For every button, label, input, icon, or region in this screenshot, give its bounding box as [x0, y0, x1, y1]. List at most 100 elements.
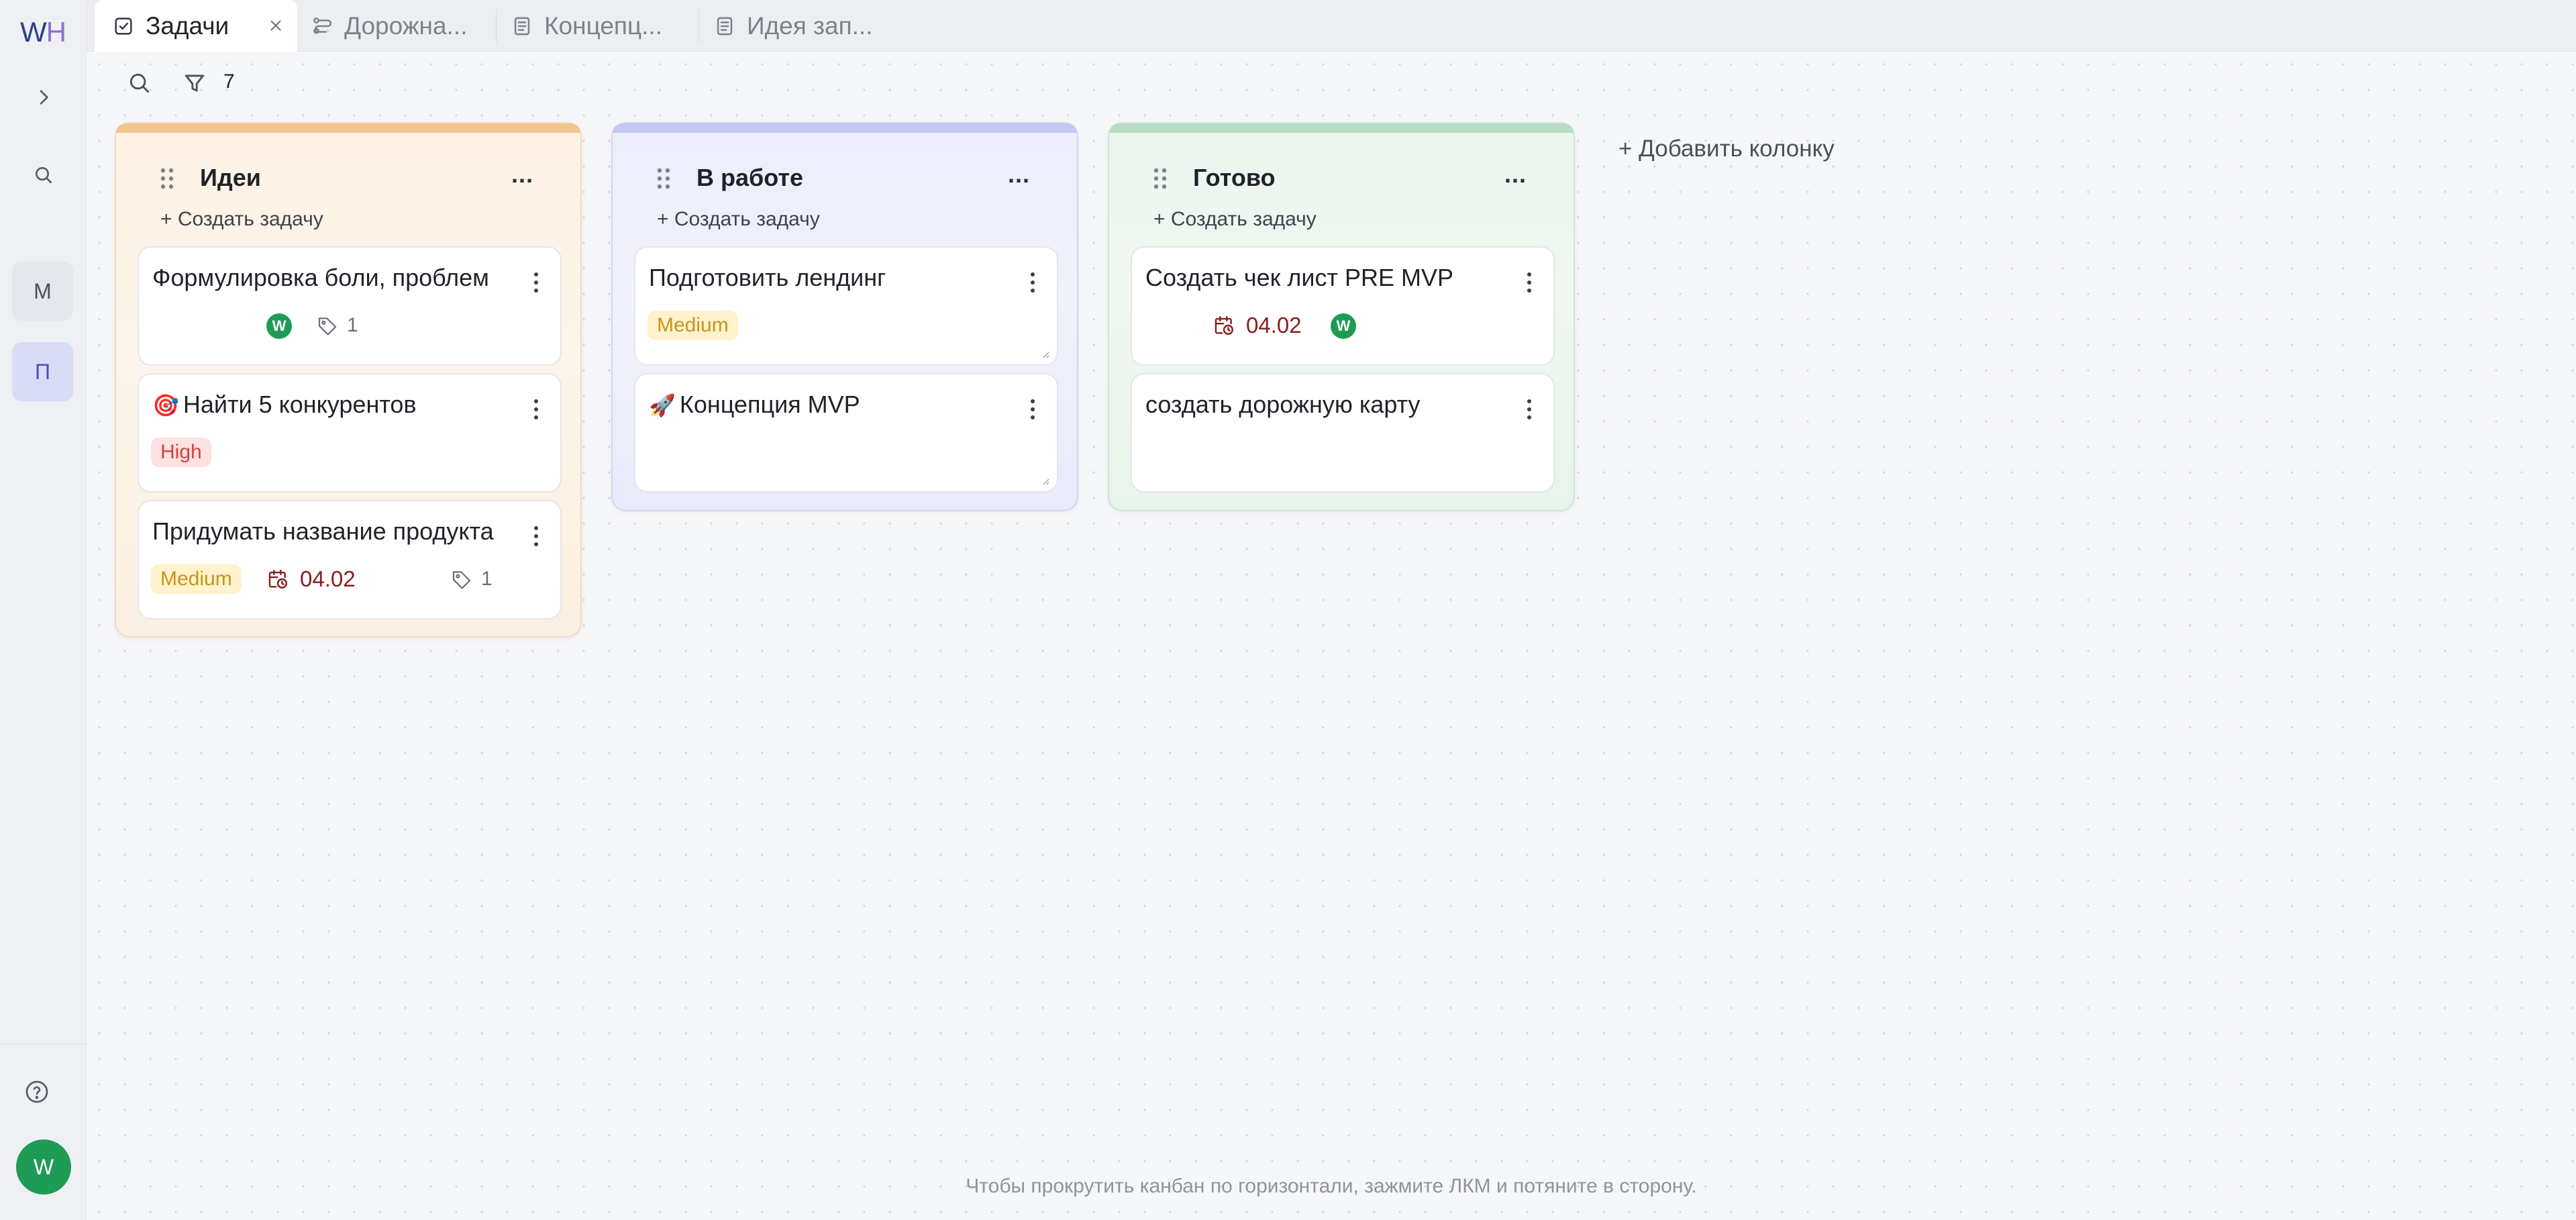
- column-menu-button[interactable]: ...: [511, 160, 533, 189]
- expand-sidebar-button[interactable]: [27, 81, 60, 114]
- tab-tasks[interactable]: Задачи: [95, 0, 297, 52]
- column-color-bar: [1109, 123, 1574, 133]
- column-ideas: Идеи ... + Создать задачу Формулировка б…: [115, 122, 582, 638]
- resize-handle-icon[interactable]: [1039, 475, 1050, 486]
- help-button[interactable]: [20, 1075, 54, 1109]
- tab-roadmap[interactable]: Дорожна...: [304, 0, 499, 52]
- add-column-button[interactable]: + Добавить колонку: [1618, 136, 1835, 162]
- workspace-m-button[interactable]: М: [12, 262, 73, 321]
- tab-concept[interactable]: Концепц...: [504, 0, 699, 52]
- sidebar: WH М П W: [0, 0, 87, 1220]
- help-icon: [25, 1080, 48, 1103]
- task-icon: [112, 15, 135, 38]
- resize-handle-icon[interactable]: [1039, 348, 1050, 359]
- logo-letter-h: H: [46, 16, 66, 48]
- tags-count: 1: [450, 564, 493, 594]
- target-icon: 🎯: [152, 393, 179, 417]
- task-card[interactable]: 🚀 Концепция MVP: [634, 373, 1058, 493]
- due-date: 04.02: [266, 564, 356, 594]
- card-title-text: Концепция MVP: [679, 391, 860, 418]
- more-vertical-icon: [534, 526, 538, 546]
- card-menu-button[interactable]: [529, 524, 543, 548]
- tab-bar: Задачи Дорожна... Концепц... Идея зап...: [87, 0, 2576, 52]
- card-menu-button[interactable]: [529, 270, 543, 295]
- board-search-button[interactable]: [123, 66, 156, 100]
- column-title[interactable]: Идеи: [200, 164, 261, 192]
- task-card[interactable]: 🎯 Найти 5 конкурентов High: [138, 373, 562, 493]
- due-date: 04.02: [1213, 311, 1302, 340]
- assignee-avatar: W: [266, 313, 292, 339]
- tab-label: Идея зап...: [747, 11, 873, 40]
- task-card[interactable]: Придумать название продукта Medium 04.02…: [138, 500, 562, 619]
- card-title: Создать чек лист PRE MVP: [1145, 264, 1453, 291]
- create-task-button[interactable]: + Создать задачу: [657, 208, 820, 231]
- tags-count-value: 1: [481, 568, 493, 590]
- card-title: Придумать название продукта: [152, 517, 494, 545]
- more-vertical-icon: [1031, 272, 1035, 293]
- tags-count-value: 1: [347, 314, 358, 336]
- column-title[interactable]: В работе: [697, 164, 803, 192]
- tab-label: Задачи: [146, 11, 229, 40]
- task-card[interactable]: Создать чек лист PRE MVP 04.02 W: [1131, 246, 1555, 366]
- scroll-hint: Чтобы прокрутить канбан по горизонтали, …: [966, 1175, 1697, 1197]
- column-color-bar: [116, 123, 580, 133]
- tab-idea[interactable]: Идея зап...: [707, 0, 901, 52]
- calendar-clock-icon: [268, 570, 287, 589]
- task-card[interactable]: Формулировка боли, проблем W 1: [138, 246, 562, 366]
- card-menu-button[interactable]: [1523, 397, 1536, 421]
- card-title-text: Найти 5 конкурентов: [183, 391, 417, 418]
- column-title[interactable]: Готово: [1193, 164, 1276, 192]
- assignee-avatar: W: [1331, 313, 1356, 339]
- card-menu-button[interactable]: [1523, 270, 1536, 295]
- column-in-progress: В работе ... + Создать задачу Подготовит…: [611, 122, 1078, 511]
- app-logo[interactable]: WH: [20, 16, 66, 48]
- column-menu-button[interactable]: ...: [1504, 160, 1527, 189]
- filter-count: 7: [223, 70, 235, 93]
- priority-badge: Medium: [648, 311, 738, 340]
- card-title: 🎯 Найти 5 конкурентов: [152, 391, 417, 419]
- rocket-icon: 🚀: [649, 393, 676, 417]
- kanban-board[interactable]: 7 Идеи ... + Создать задачу Формулировка…: [87, 52, 2576, 1220]
- drag-handle-icon[interactable]: [1151, 165, 1171, 192]
- column-menu-button[interactable]: ...: [1008, 160, 1030, 189]
- logo-letter-w: W: [20, 16, 47, 48]
- drag-handle-icon[interactable]: [654, 165, 674, 192]
- document-icon: [713, 15, 736, 38]
- create-task-button[interactable]: + Создать задачу: [160, 208, 323, 231]
- app-window: WH М П W Задачи Дорожна... Концепц... Ид…: [0, 0, 2576, 1220]
- close-icon: [270, 20, 281, 31]
- user-avatar[interactable]: W: [16, 1139, 71, 1194]
- tab-label: Концепц...: [544, 11, 662, 40]
- tag-icon: [318, 317, 337, 336]
- roadmap-icon: [311, 15, 333, 38]
- task-card[interactable]: создать дорожную карту: [1131, 373, 1555, 493]
- card-title: Формулировка боли, проблем: [152, 264, 489, 291]
- create-task-button[interactable]: + Создать задачу: [1153, 208, 1317, 231]
- due-date-value: 04.02: [1246, 313, 1302, 338]
- workspace-p-button[interactable]: П: [12, 342, 73, 401]
- column-color-bar: [613, 123, 1077, 133]
- task-card[interactable]: Подготовить лендинг Medium: [634, 246, 1058, 366]
- card-menu-button[interactable]: [1026, 270, 1039, 295]
- search-icon: [36, 167, 52, 183]
- priority-badge: Medium: [151, 564, 242, 594]
- card-menu-button[interactable]: [1026, 397, 1039, 421]
- drag-handle-icon[interactable]: [158, 165, 178, 192]
- chevron-right-icon: [40, 90, 48, 105]
- card-menu-button[interactable]: [529, 397, 543, 421]
- sidebar-search-button[interactable]: [27, 158, 60, 192]
- card-title: создать дорожную карту: [1145, 391, 1421, 418]
- more-vertical-icon: [1527, 399, 1531, 419]
- calendar-clock-icon: [1215, 316, 1233, 335]
- card-title: Подготовить лендинг: [649, 264, 886, 291]
- due-date-value: 04.02: [300, 566, 356, 591]
- column-done: Готово ... + Создать задачу Создать чек …: [1108, 122, 1575, 511]
- filter-icon: [185, 74, 205, 92]
- tab-label: Дорожна...: [344, 11, 468, 40]
- filter-button[interactable]: [178, 66, 211, 100]
- tags-count: 1: [316, 311, 358, 340]
- tab-separator: [496, 9, 497, 43]
- more-vertical-icon: [1527, 272, 1531, 293]
- tab-close-button[interactable]: [264, 13, 288, 38]
- more-vertical-icon: [534, 272, 538, 293]
